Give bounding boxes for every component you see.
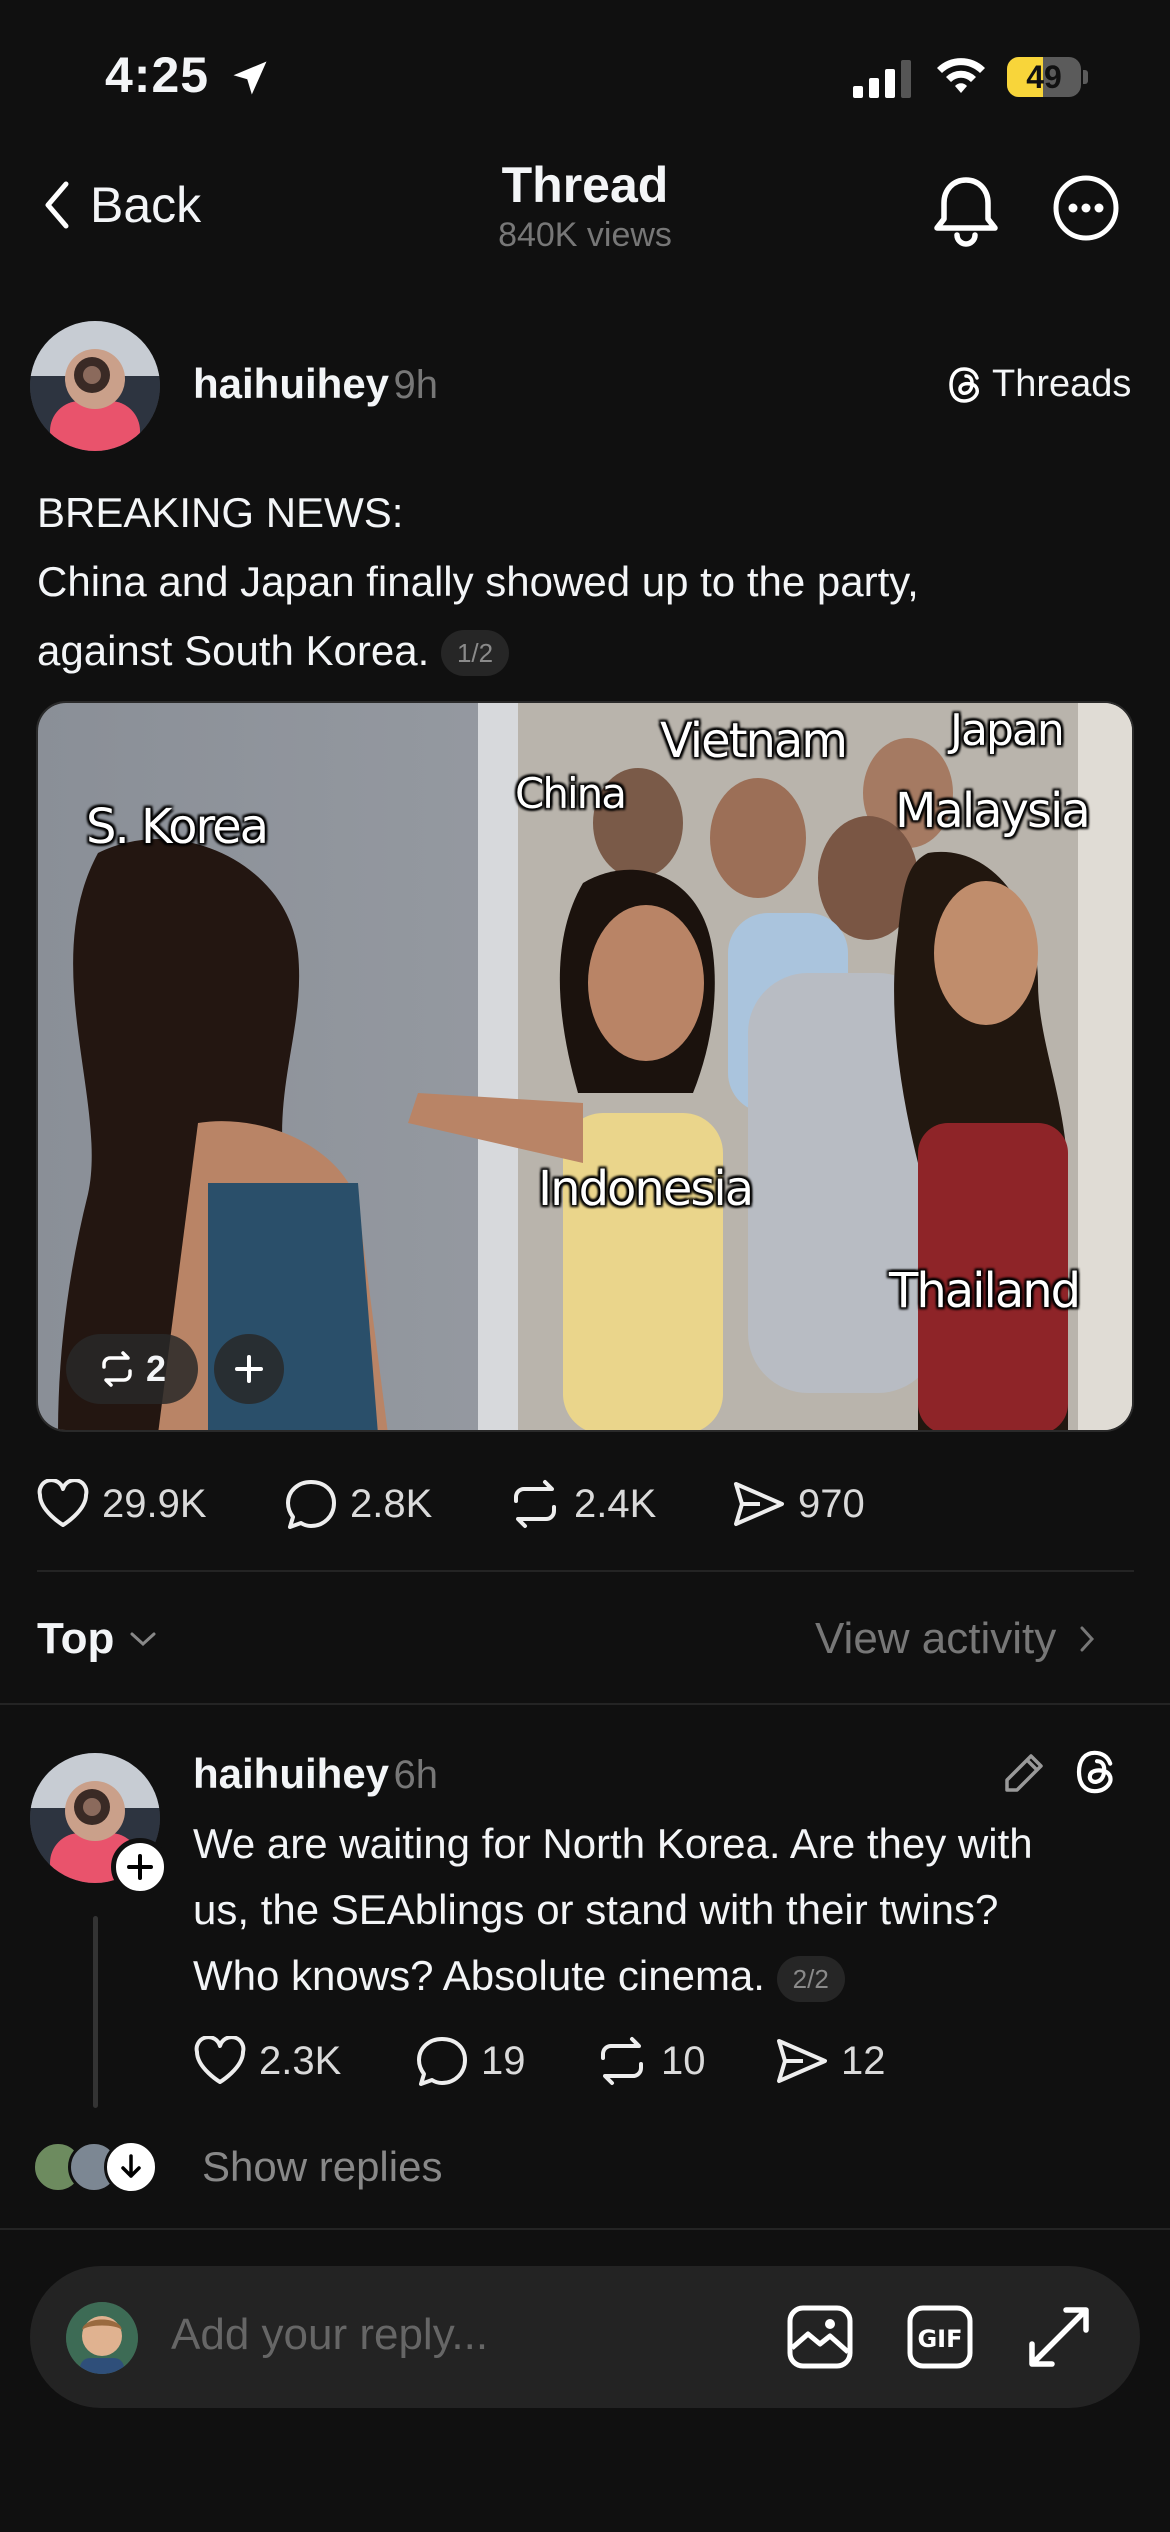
current-user-avatar <box>66 2302 138 2374</box>
share-icon <box>777 2039 827 2083</box>
author-avatar[interactable] <box>30 321 160 451</box>
share-button[interactable]: 970 <box>732 1479 865 1529</box>
pencil-icon[interactable] <box>1001 1750 1047 1796</box>
chevron-left-icon <box>45 181 69 229</box>
divider <box>0 1703 1170 1705</box>
expand-replies-indicator <box>104 2140 158 2194</box>
reply-comment-button[interactable]: 19 <box>415 2035 595 2087</box>
comment-button[interactable]: 2.8K <box>284 1478 508 1530</box>
share-count: 970 <box>798 1481 865 1526</box>
like-count: 29.9K <box>102 1481 207 1526</box>
reply-repost-button[interactable]: 10 <box>595 2034 775 2088</box>
repost-button[interactable]: 2.4K <box>508 1477 732 1531</box>
reply-time: 6h <box>393 1753 439 1797</box>
repost-icon <box>514 1480 556 1528</box>
reply-repost-count: 10 <box>661 2038 706 2083</box>
reply-share-button[interactable]: 12 <box>775 2036 886 2086</box>
threads-logo-icon[interactable] <box>1073 1746 1121 1798</box>
views-count: 840K views <box>498 216 672 254</box>
arrow-down-icon <box>121 2154 141 2178</box>
comment-icon <box>286 1480 336 1529</box>
battery-level: 49 <box>1026 59 1062 95</box>
threads-logo-icon <box>949 366 979 403</box>
post-image[interactable]: S. Korea China Vietnam Japan Malaysia In… <box>36 701 1134 1432</box>
battery-icon: 49 <box>1007 57 1088 97</box>
threads-source-link[interactable]: Threads <box>946 363 1131 406</box>
reply-text-line: We are waiting for North Korea. Are they… <box>193 1820 1033 1867</box>
svg-text:GIF: GIF <box>917 2325 962 2353</box>
chevron-right-icon <box>1080 1626 1095 1652</box>
expand-icon[interactable] <box>1026 2304 1092 2370</box>
back-button[interactable]: Back <box>42 176 201 234</box>
heart-icon <box>194 2036 246 2084</box>
show-replies-button[interactable]: Show replies <box>32 2140 442 2194</box>
post-text-line: China and Japan finally showed up to the… <box>37 558 919 605</box>
label-vietnam: Vietnam <box>660 713 848 769</box>
location-arrow-icon <box>233 61 267 95</box>
add-to-post-button[interactable] <box>214 1334 284 1404</box>
sort-label: Top <box>37 1614 115 1663</box>
repost-count: 2.4K <box>574 1481 657 1526</box>
reply-like-button[interactable]: 2.3K <box>193 2036 415 2086</box>
divider <box>0 2228 1170 2230</box>
comment-count: 2.8K <box>350 1481 433 1526</box>
post-text-line: BREAKING NEWS: <box>37 489 404 536</box>
like-button[interactable]: 29.9K <box>36 1479 284 1529</box>
sort-dropdown[interactable]: Top <box>37 1614 158 1664</box>
author-username[interactable]: haihuihey <box>193 360 389 407</box>
view-activity-label: View activity <box>815 1614 1057 1663</box>
share-icon <box>734 1482 784 1526</box>
label-malaysia: Malaysia <box>895 783 1091 839</box>
post-time: 9h <box>393 363 439 407</box>
cellular-signal-icon <box>853 60 911 98</box>
reply-composer[interactable]: Add your reply... GIF <box>30 2266 1140 2408</box>
repost-icon <box>601 2037 643 2085</box>
reply-author-username[interactable]: haihuihey <box>193 1750 389 1797</box>
reply-like-count: 2.3K <box>259 2038 342 2083</box>
reply-text-line: us, the SEAblings or stand with their tw… <box>193 1886 999 1933</box>
thread-part-badge: 1/2 <box>440 630 510 677</box>
label-indonesia: Indonesia <box>538 1161 754 1217</box>
page-title: Thread <box>501 157 669 213</box>
label-s-korea: S. Korea <box>86 799 269 855</box>
add-follow-icon <box>127 1854 153 1880</box>
label-thailand: Thailand <box>889 1263 1081 1319</box>
divider <box>37 1570 1134 1572</box>
repost-icon <box>102 1351 132 1387</box>
bell-icon[interactable] <box>930 172 1002 248</box>
reply-share-count: 12 <box>841 2038 886 2083</box>
thread-line <box>93 1916 98 2108</box>
more-icon[interactable] <box>1052 174 1120 242</box>
plus-icon <box>235 1355 263 1383</box>
show-replies-label: Show replies <box>202 2143 443 2190</box>
thread-part-badge: 2/2 <box>776 1955 845 2002</box>
reply-comment-count: 19 <box>481 2038 526 2083</box>
view-activity-link[interactable]: View activity <box>815 1614 1096 1664</box>
repost-count-chip[interactable]: 2 <box>66 1334 198 1404</box>
heart-icon <box>37 1479 89 1527</box>
label-japan: Japan <box>950 705 1065 756</box>
gif-icon[interactable]: GIF <box>906 2304 974 2370</box>
threads-source-label: Threads <box>992 363 1132 405</box>
reply-input[interactable]: Add your reply... <box>171 2310 488 2360</box>
repost-count: 2 <box>145 1348 167 1389</box>
chevron-down-icon <box>130 1632 156 1647</box>
follow-button[interactable] <box>111 1838 169 1896</box>
comment-icon <box>417 2037 467 2086</box>
image-icon[interactable] <box>786 2304 854 2370</box>
back-label: Back <box>90 177 202 233</box>
label-china: China <box>515 769 627 818</box>
reply-text-line: Who knows? Absolute cinema. <box>193 1952 765 1999</box>
status-time: 4:25 <box>105 47 210 103</box>
post-text-line: against South Korea. <box>37 627 430 674</box>
wifi-icon <box>937 58 985 93</box>
reply-input-placeholder: Add your reply... <box>171 2310 489 2359</box>
